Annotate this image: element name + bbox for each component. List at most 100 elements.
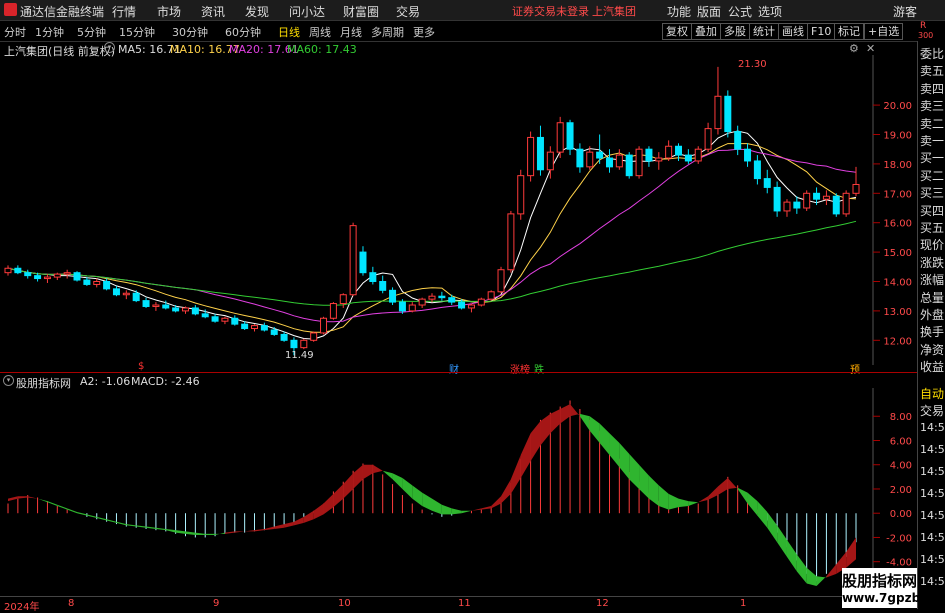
event-marker[interactable]: 财 [449, 361, 459, 376]
x-axis-label: 1 [740, 598, 747, 609]
menu-trade[interactable]: 交易 [396, 3, 420, 20]
x-axis-label: 2024年 [4, 602, 40, 613]
menu-news[interactable]: 资讯 [201, 3, 225, 20]
candle-body [507, 213, 515, 271]
event-marker[interactable]: 预 [850, 361, 860, 376]
candle-body [438, 295, 446, 299]
candle-body [566, 122, 574, 150]
band-segment [491, 496, 502, 509]
candle-body [753, 160, 761, 180]
macd-chart[interactable]: 8.006.004.002.000.00-2.00-4.00 [0, 388, 917, 596]
candle-body [773, 186, 781, 212]
y-axis-label: 4.00 [890, 461, 912, 472]
menu-function[interactable]: 功能 [667, 3, 691, 20]
band-segment [67, 508, 78, 514]
band-segment [668, 493, 679, 510]
quote-field-label: 外盘 [920, 308, 945, 322]
stock-name-top: 上汽集团 [592, 5, 636, 18]
candle-body [63, 272, 71, 275]
y-axis-label: 15.00 [883, 248, 912, 259]
quote-field-label: 买二 [920, 168, 945, 183]
timeframe-tab[interactable]: 5分钟 [77, 24, 106, 40]
menu-market-quotes[interactable]: 行情 [112, 3, 136, 20]
app-logo-icon [4, 3, 17, 16]
a2-value: A2: -1.06 [80, 375, 131, 388]
timeframe-tab[interactable]: 多周期 [371, 24, 404, 40]
candle-body [290, 339, 298, 349]
candle-body [14, 267, 22, 274]
candle-body [675, 145, 683, 156]
band-segment [432, 498, 442, 515]
timeframe-tab[interactable]: 月线 [340, 24, 362, 40]
band-segment [717, 478, 728, 496]
timeframe-tab[interactable]: 30分钟 [172, 24, 208, 40]
event-marker[interactable]: 涨榜 [510, 361, 530, 376]
candle-body [665, 145, 673, 159]
app-title: 通达信金融终端 [20, 5, 105, 19]
band-segment [264, 526, 275, 531]
band-segment [205, 533, 216, 536]
timeframe-tab[interactable]: 60分钟 [225, 24, 261, 40]
quote-field-label: 卖三 [920, 99, 945, 114]
overlay-button[interactable]: 叠加 [691, 23, 721, 40]
candle-body [586, 151, 594, 168]
menu-layout[interactable]: 版面 [697, 3, 721, 20]
band-segment [86, 514, 97, 519]
timeframe-tab[interactable]: 分时 [4, 24, 26, 40]
mark-button[interactable]: 标记 [834, 23, 864, 40]
timeframe-tab[interactable]: 1分钟 [35, 24, 64, 40]
timeframe-tab[interactable]: 15分钟 [119, 24, 155, 40]
band-segment [806, 567, 817, 586]
candle-body [379, 281, 387, 291]
close-icon[interactable]: ✕ [866, 42, 875, 55]
panel-divider [0, 372, 917, 373]
adjust-button[interactable]: 复权 [662, 23, 692, 40]
band-segment [284, 521, 294, 528]
candle-body [112, 288, 120, 296]
event-marker[interactable]: 跌 [534, 361, 544, 376]
menu-options[interactable]: 选项 [758, 3, 782, 20]
guest-label[interactable]: 游客 [893, 3, 917, 20]
event-marker[interactable]: $ [138, 361, 144, 372]
chevron-down-icon[interactable]: ▾ [3, 375, 14, 386]
band-segment [826, 564, 837, 578]
timeframe-tab[interactable]: 周线 [309, 24, 331, 40]
timeframe-tab[interactable]: 日线 [278, 24, 300, 40]
quote-field-label: 换手 [920, 325, 945, 340]
chevron-down-icon[interactable]: ▾ [104, 42, 115, 53]
candle-body [724, 95, 732, 133]
ma5-line [7, 130, 857, 340]
candle-body [615, 154, 623, 168]
trade-label[interactable]: 自动 [920, 385, 944, 402]
candle-body [487, 291, 495, 300]
login-warning[interactable]: 证券交易未登录 [512, 3, 589, 19]
trade-label[interactable]: 交易 [920, 402, 944, 419]
f10-button[interactable]: F10 [807, 23, 836, 40]
statistics-button[interactable]: 统计 [749, 23, 779, 40]
menu-market[interactable]: 市场 [157, 3, 181, 20]
band-segment [688, 501, 699, 506]
band-segment [520, 433, 531, 479]
candle-body [418, 298, 426, 306]
add-watchlist-button[interactable]: +自选 [864, 23, 904, 40]
candle-body [43, 276, 51, 280]
y-axis-label: 20.00 [883, 101, 912, 112]
band-segment [382, 470, 393, 480]
menu-wealth-circle[interactable]: 财富圈 [343, 3, 379, 20]
settings-gear-icon[interactable]: ⚙ [849, 42, 859, 55]
quote-field-label: 净资 [920, 342, 945, 357]
draw-line-button[interactable]: 画线 [778, 23, 808, 40]
timeframe-tab[interactable]: 更多 [413, 24, 435, 40]
candle-body [4, 267, 12, 274]
menu-ask[interactable]: 问小达 [289, 3, 325, 20]
candle-body [467, 304, 475, 309]
candle-body [349, 225, 357, 296]
band-segment [599, 423, 610, 456]
menu-formula[interactable]: 公式 [728, 3, 752, 20]
candlestick-chart[interactable]: 20.00 19.00 18.00 17.00 16.00 15.00 14.00 13.00… [0, 55, 917, 365]
menu-discover[interactable]: 发现 [245, 3, 269, 20]
band-segment [195, 532, 206, 536]
candle-body [576, 148, 584, 168]
candle-body [24, 272, 32, 277]
multi-stock-button[interactable]: 多股 [720, 23, 750, 40]
